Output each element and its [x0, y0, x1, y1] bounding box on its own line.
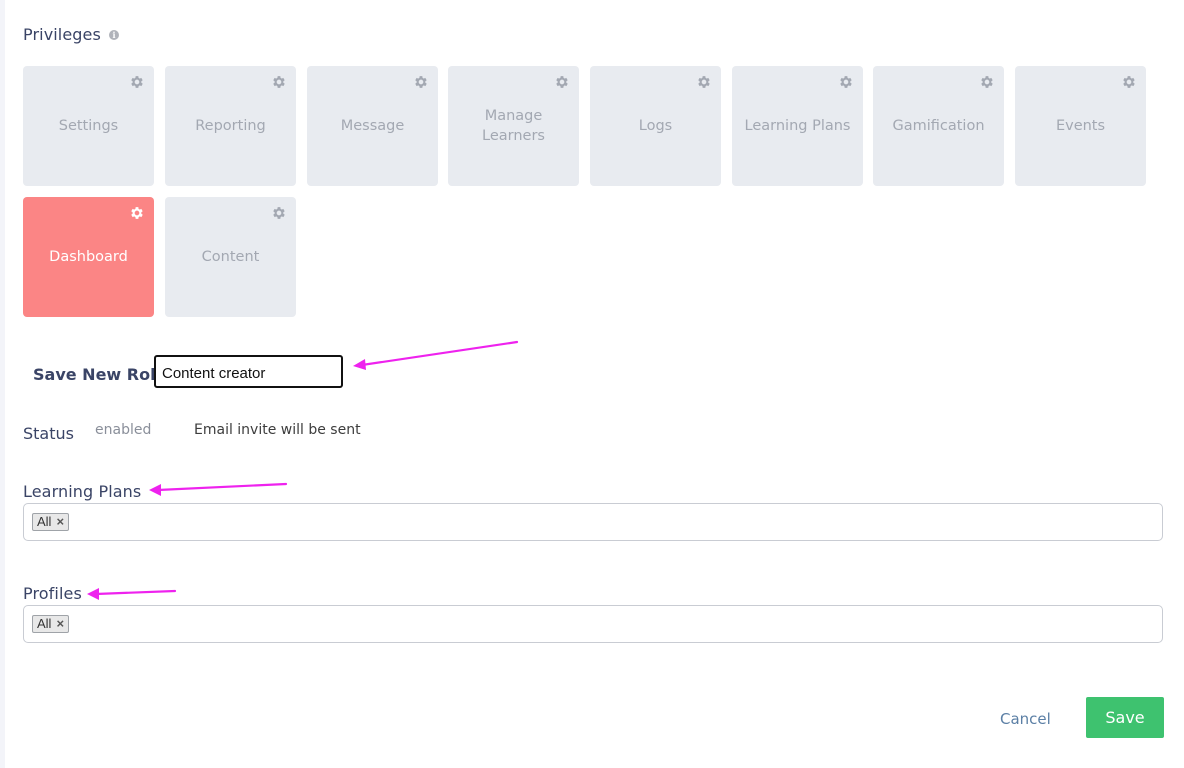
annotation-arrowhead	[87, 588, 99, 600]
email-invite-note: Email invite will be sent	[194, 422, 361, 438]
privilege-tile-label: Learning Plans	[744, 118, 851, 134]
privilege-tile-logs[interactable]: Logs	[590, 66, 721, 186]
save-button[interactable]: Save	[1086, 697, 1164, 738]
annotation-arrowhead	[353, 359, 366, 370]
annotation-arrow	[94, 589, 177, 596]
remove-chip-icon[interactable]: ×	[56, 514, 64, 530]
profiles-select[interactable]: All ×	[23, 605, 1163, 643]
privilege-tile-gamification[interactable]: Gamification	[873, 66, 1004, 186]
info-icon[interactable]: i	[109, 30, 119, 40]
privileges-title: Privileges	[23, 25, 101, 44]
status-label: Status	[23, 424, 74, 443]
learning-plans-label: Learning Plans	[23, 482, 142, 501]
privilege-tile-label: Settings	[58, 118, 119, 134]
privilege-tile-learning-plans[interactable]: Learning Plans	[732, 66, 863, 186]
privilege-tile-label: Content	[201, 249, 260, 265]
privilege-tile-content[interactable]: Content	[165, 197, 296, 317]
privilege-tile-reporting[interactable]: Reporting	[165, 66, 296, 186]
privilege-tile-label: Logs	[638, 118, 673, 134]
privilege-tile-dashboard[interactable]: Dashboard	[23, 197, 154, 317]
privilege-tile-label: Reporting	[195, 118, 266, 134]
cancel-button[interactable]: Cancel	[1000, 710, 1051, 728]
profiles-label: Profiles	[23, 584, 82, 603]
profiles-chip-all: All ×	[32, 615, 70, 633]
privilege-tile-message[interactable]: Message	[307, 66, 438, 186]
privilege-tile-settings[interactable]: Settings	[23, 66, 154, 186]
status-value: enabled	[95, 422, 152, 438]
privilege-tile-label: Manage Learners	[482, 108, 545, 144]
privilege-tile-manage-learners[interactable]: Manage Learners	[448, 66, 579, 186]
privilege-tile-label: Message	[340, 118, 405, 134]
privilege-tile-events[interactable]: Events	[1015, 66, 1146, 186]
learning-plans-chip-all: All ×	[32, 513, 70, 531]
annotation-arrow	[156, 482, 288, 492]
privilege-tile-label: Gamification	[892, 118, 985, 134]
privilege-tile-label: Events	[1055, 118, 1106, 134]
privilege-tile-label: Dashboard	[49, 249, 128, 265]
annotation-arrowhead	[149, 484, 161, 496]
learning-plans-select[interactable]: All ×	[23, 503, 1163, 541]
annotation-arrow	[360, 340, 519, 367]
role-name-input[interactable]	[154, 355, 343, 388]
left-rule	[0, 0, 5, 768]
save-new-role-label: Save New Role	[33, 365, 167, 384]
chip-label: All	[37, 616, 52, 631]
remove-chip-icon[interactable]: ×	[56, 616, 64, 632]
chip-label: All	[37, 514, 52, 529]
